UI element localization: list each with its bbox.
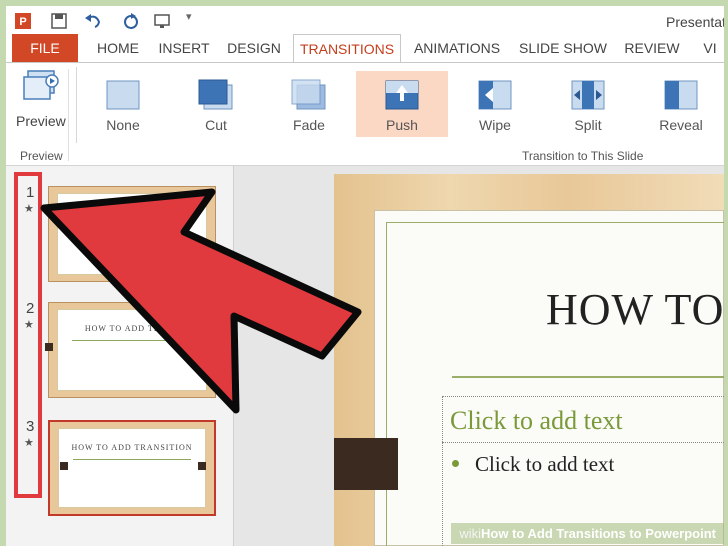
slide-number-2: 2: [26, 300, 35, 317]
transition-push[interactable]: Push: [356, 71, 448, 137]
thumb-rule: [72, 340, 192, 341]
transition-reveal[interactable]: Reveal: [635, 71, 727, 137]
preview-group-label: Preview: [20, 149, 63, 163]
slide-title-placeholder[interactable]: HOW TO: [546, 284, 724, 335]
tab-slide-show[interactable]: SLIDE SHOW: [519, 34, 607, 62]
bullet-icon: [452, 460, 459, 467]
transition-reveal-icon: [664, 80, 698, 110]
slide-number-1: 1: [26, 184, 35, 201]
preview-icon: [23, 70, 59, 100]
tab-review[interactable]: REVIEW: [622, 34, 682, 62]
transition-wipe-icon: [478, 80, 512, 110]
start-from-beginning-icon[interactable]: [152, 12, 174, 30]
thumb-paper: HOW TO ADD TRANS: [57, 309, 207, 391]
slide-thumbnail-2[interactable]: HOW TO ADD TRANS: [45, 302, 216, 398]
window-title: Presentat: [666, 14, 726, 30]
transition-none-icon: [106, 80, 140, 110]
transition-split-label: Split: [574, 117, 602, 133]
transition-wipe[interactable]: Wipe: [449, 71, 541, 137]
preview-button[interactable]: Preview: [10, 67, 68, 131]
transition-none-label: None: [106, 117, 140, 133]
watermark-text: How to Add Transitions to Powerpoint: [481, 526, 716, 541]
ribbon: Preview Preview None Cut Fade Push Wipe …: [6, 62, 724, 166]
slide-number-3: 3: [26, 418, 35, 435]
transition-reveal-label: Reveal: [659, 117, 703, 133]
transition-star-icon: ★: [24, 437, 34, 449]
transition-push-label: Push: [386, 117, 418, 133]
tab-view[interactable]: VI: [700, 34, 720, 62]
slide-title-rule: [452, 376, 724, 378]
thumb-tab: [60, 462, 68, 470]
transition-gallery: None Cut Fade Push Wipe Split Reveal: [76, 67, 724, 143]
transition-fade-label: Fade: [293, 117, 325, 133]
tab-transitions[interactable]: TRANSITIONS: [293, 34, 401, 63]
preview-label: Preview: [16, 113, 66, 129]
watermark-prefix: wiki: [459, 526, 482, 541]
group-separator: [68, 69, 69, 161]
undo-icon[interactable]: [82, 12, 104, 30]
tab-animations[interactable]: ANIMATIONS: [411, 34, 503, 62]
transition-fade-icon: [291, 79, 326, 110]
transition-split[interactable]: Split: [542, 71, 634, 137]
save-icon[interactable]: [50, 12, 68, 30]
transition-star-icon: ★: [24, 203, 34, 215]
transition-split-icon: [571, 80, 605, 110]
quick-access-toolbar: P ▾ Presentat: [6, 6, 726, 36]
transition-push-icon: [385, 80, 419, 110]
content-bullet-text[interactable]: Click to add text: [475, 452, 614, 477]
transition-cut-icon: [198, 79, 233, 110]
powerpoint-logo-icon: P: [15, 13, 31, 29]
transition-cut[interactable]: Cut: [170, 71, 262, 137]
tab-file[interactable]: FILE: [12, 34, 78, 62]
tab-insert[interactable]: INSERT: [156, 34, 212, 62]
svg-text:P: P: [19, 16, 26, 28]
transition-none[interactable]: None: [77, 71, 169, 137]
slide-thumbnail-1[interactable]: [48, 186, 216, 282]
transition-star-icon: ★: [24, 319, 34, 331]
slide-thumbnail-pane: 1 ★ 2 ★ HOW TO ADD TRANS 3 ★ HOW TO ADD …: [6, 166, 234, 546]
thumb-paper: HOW TO ADD TRANSITION: [58, 428, 206, 508]
redo-icon[interactable]: [122, 12, 140, 30]
tab-home[interactable]: HOME: [92, 34, 144, 62]
thumb-paper: [57, 193, 207, 275]
slide-dark-tab: [334, 438, 398, 490]
thumb-title: HOW TO ADD TRANSITION: [71, 443, 193, 452]
transition-wipe-label: Wipe: [479, 117, 511, 133]
thumb-tab: [198, 462, 206, 470]
tab-design[interactable]: DESIGN: [226, 34, 282, 62]
customize-qat-icon[interactable]: ▾: [186, 10, 192, 23]
thumb-title: HOW TO ADD TRANS: [84, 324, 180, 333]
wikihow-watermark: wikiHow to Add Transitions to Powerpoint: [451, 523, 724, 544]
transitions-group-label: Transition to This Slide: [522, 149, 644, 163]
content-heading[interactable]: Click to add text: [450, 406, 623, 436]
transition-fade[interactable]: Fade: [263, 71, 355, 137]
content-divider: [442, 442, 724, 443]
thumb-rule: [73, 459, 191, 460]
ribbon-tabs: FILE HOME INSERT DESIGN TRANSITIONS ANIM…: [6, 34, 724, 63]
slide-thumbnail-3[interactable]: HOW TO ADD TRANSITION: [48, 420, 216, 516]
transition-cut-label: Cut: [205, 117, 227, 133]
thumb-tab: [45, 343, 53, 351]
